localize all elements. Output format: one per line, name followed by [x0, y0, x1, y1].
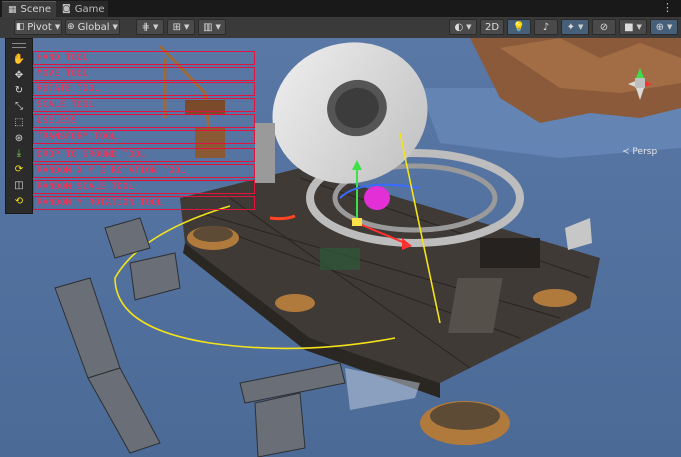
- rotate-icon[interactable]: ↻: [10, 83, 28, 97]
- random-scale-icon[interactable]: ◫: [10, 178, 28, 192]
- mode-2d-label: 2D: [484, 21, 500, 33]
- chevron-down-icon: ▼: [54, 23, 61, 31]
- random-xyz-rotation-tool-label: RANDOM X Y Z ROTATION TOOL: [33, 164, 255, 178]
- chevron-down-icon: ▼: [636, 23, 642, 31]
- eye-slash-icon: ⊘: [599, 21, 609, 33]
- vertex-snap-button[interactable]: ▥ ▼: [198, 19, 226, 35]
- random-y-rotation-icon[interactable]: ⟲: [10, 194, 28, 208]
- mode-2d-button[interactable]: 2D: [480, 19, 504, 35]
- chevron-down-icon: ▼: [112, 23, 118, 31]
- grid-snap-button[interactable]: ⋕ ▼: [136, 19, 164, 35]
- move-tool-label: MOVE TOOL: [33, 67, 255, 81]
- snap-increment-icon: ⊞: [172, 21, 181, 33]
- effects-icon: ✦: [566, 21, 575, 33]
- camera-dropdown[interactable]: ■ ▼: [619, 19, 647, 35]
- globe-icon: ⊕: [67, 22, 75, 32]
- chevron-down-icon: ▼: [466, 23, 472, 31]
- global-dropdown[interactable]: ⊕ Global ▼: [65, 19, 120, 35]
- tab-scene[interactable]: ▦ Scene: [2, 1, 56, 17]
- grid-snap-icon: ⋕: [141, 21, 150, 33]
- shading-mode-dropdown[interactable]: ◐ ▼: [449, 19, 477, 35]
- hand-tool-label: HAND TOOL: [33, 51, 255, 65]
- rect-icon[interactable]: ⬚: [10, 115, 28, 129]
- snap-increment-button[interactable]: ⊞ ▼: [167, 19, 195, 35]
- visibility-toggle[interactable]: ⊘: [592, 19, 616, 35]
- tools-overlay[interactable]: ✋ ✥ ↻ ⤡ ⬚ ⊛ ⤓ ⟳ ◫ ⟲: [5, 38, 33, 214]
- camera-icon: ■: [624, 21, 634, 33]
- chevron-down-icon: ▼: [153, 23, 159, 31]
- shading-sphere-icon: ◐: [454, 21, 464, 33]
- random-rotation-icon[interactable]: ⟳: [10, 162, 28, 176]
- perspective-icon: ≺: [622, 147, 630, 157]
- rotate-tool-label: ROTATE TOOL: [33, 82, 255, 96]
- kebab-icon[interactable]: ⋮: [662, 2, 673, 14]
- tab-bar: ▦ Scene ◙ Game ⋮: [0, 0, 681, 17]
- effects-dropdown[interactable]: ✦ ▼: [561, 19, 589, 35]
- chevron-down-icon: ▼: [215, 23, 221, 31]
- gizmos-icon: ⊕: [655, 21, 664, 33]
- scale-icon[interactable]: ⤡: [10, 99, 28, 113]
- tab-game-label: Game: [74, 3, 105, 15]
- drag-handle-icon[interactable]: [12, 43, 26, 48]
- transform-icon[interactable]: ⊛: [10, 131, 28, 145]
- projection-label[interactable]: ≺ Persp: [622, 147, 657, 157]
- scene-toolbar: ◧ Pivot ▼ ⊕ Global ▼ ⋕ ▼ ⊞ ▼ ▥ ▼ ◐ ▼ 2D …: [0, 17, 681, 39]
- tab-scene-label: Scene: [20, 4, 52, 15]
- random-scale-tool-label: RANDOM SCALE TOOL: [33, 180, 255, 194]
- gizmos-dropdown[interactable]: ⊕ ▼: [650, 19, 678, 35]
- drop-to-ground-tool-label: DROP TO GROUND TOOL: [33, 148, 255, 162]
- drop-icon[interactable]: ⤓: [10, 146, 28, 160]
- pivot-icon: ◧: [15, 22, 25, 32]
- random-y-rotation-tool-label: RANDOM Y ROTATION TOOL: [33, 196, 255, 210]
- chevron-down-icon: ▼: [667, 23, 673, 31]
- lighting-toggle[interactable]: 💡: [507, 19, 531, 35]
- projection-label-text: Persp: [632, 147, 658, 157]
- global-label: Global: [77, 21, 110, 33]
- vertex-snap-icon: ▥: [203, 21, 213, 33]
- tab-game[interactable]: ◙ Game: [56, 1, 108, 17]
- audio-icon: ♪: [542, 21, 550, 33]
- pivot-dropdown[interactable]: ◧ Pivot ▼: [14, 19, 62, 35]
- transform-tool-label: TRANSFORM TOOL: [33, 130, 255, 144]
- move-icon[interactable]: ✥: [10, 68, 28, 82]
- hand-icon[interactable]: ✋: [10, 52, 28, 66]
- gamepad-icon: ◙: [62, 4, 71, 14]
- lightbulb-icon: 💡: [512, 21, 526, 33]
- pivot-label: Pivot: [27, 21, 52, 33]
- useless-tool-label: USELESS: [33, 114, 255, 128]
- grid-icon: ▦: [8, 4, 17, 15]
- chevron-down-icon: ▼: [578, 23, 584, 31]
- scale-tool-label: SCALE TOOL: [33, 98, 255, 112]
- audio-toggle[interactable]: ♪: [534, 19, 558, 35]
- chevron-down-icon: ▼: [184, 23, 190, 31]
